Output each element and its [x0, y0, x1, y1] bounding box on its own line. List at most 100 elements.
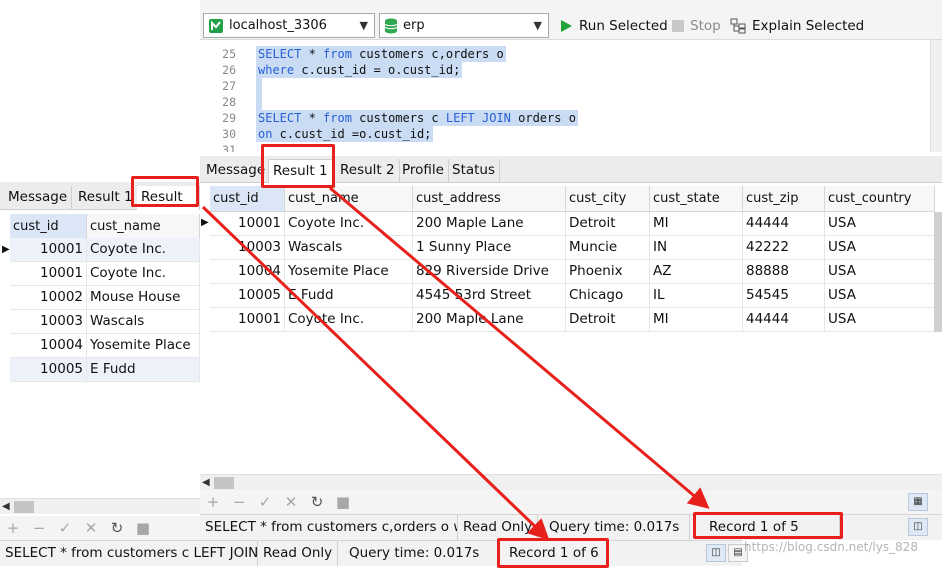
remove-icon[interactable]: − [26, 519, 52, 537]
cell[interactable]: 10005 [10, 358, 87, 382]
cell[interactable]: 829 Riverside Drive [413, 260, 566, 284]
column-header[interactable]: cust_name [87, 214, 200, 240]
explain-selected-label: Explain Selected [752, 18, 865, 34]
scroll-thumb[interactable] [14, 501, 34, 513]
cell[interactable]: 10005 [210, 284, 285, 308]
cell[interactable]: AZ [650, 260, 743, 284]
editor-scrollbar[interactable] [930, 40, 942, 152]
cell[interactable]: Wascals [87, 310, 200, 334]
column-header[interactable]: cust_name [285, 186, 413, 212]
cell[interactable]: 1 Sunny Place [413, 236, 566, 260]
cell[interactable]: 10001 [210, 308, 285, 332]
cell[interactable]: 4545 53rd Street [413, 284, 566, 308]
editor-line: 25 SELECT * from customers c,orders o [200, 46, 942, 62]
cell[interactable]: IL [650, 284, 743, 308]
close-icon[interactable]: ✕ [278, 493, 304, 511]
line-number: 29 [222, 111, 236, 125]
grid-vertical-scrollbar[interactable] [934, 212, 942, 332]
stop-label: Stop [690, 18, 721, 34]
cell[interactable]: Coyote Inc. [285, 308, 413, 332]
column-header[interactable]: cust_city [566, 186, 650, 212]
cell[interactable]: 44444 [743, 212, 825, 236]
cell[interactable]: 10001 [10, 238, 87, 262]
cell[interactable]: 10003 [210, 236, 285, 260]
cell[interactable]: Phoenix [566, 260, 650, 284]
cell[interactable]: 10002 [10, 286, 87, 310]
stop-icon[interactable]: ■ [330, 493, 356, 511]
tab-result-2[interactable]: Result 2 [336, 159, 400, 183]
cell[interactable]: 88888 [743, 260, 825, 284]
cell[interactable]: 10003 [10, 310, 87, 334]
stop-icon[interactable]: ■ [130, 519, 156, 537]
cell[interactable]: 10001 [210, 212, 285, 236]
database-name: erp [403, 18, 425, 33]
scroll-left-icon[interactable]: ◀ [2, 501, 10, 512]
cell[interactable]: Detroit [566, 308, 650, 332]
cell[interactable]: Wascals [285, 236, 413, 260]
annotation-box-result-1-tab [261, 144, 335, 188]
form-view-icon[interactable]: ◫ [706, 544, 726, 562]
check-icon[interactable]: ✓ [252, 493, 278, 511]
cell[interactable]: Detroit [566, 212, 650, 236]
result1-grid: cust_id cust_name cust_address cust_city… [200, 186, 942, 476]
column-header[interactable]: cust_state [650, 186, 743, 212]
cell[interactable]: Coyote Inc. [285, 212, 413, 236]
cell[interactable]: 54545 [743, 284, 825, 308]
cell[interactable]: 10001 [10, 262, 87, 286]
remove-icon[interactable]: − [226, 493, 252, 511]
cell[interactable]: 44444 [743, 308, 825, 332]
tab-result-1[interactable]: Result 1 [74, 186, 138, 210]
connection-select[interactable]: localhost_3306 ▼ [203, 13, 375, 38]
cell[interactable]: 10004 [10, 334, 87, 358]
cell[interactable]: E Fudd [285, 284, 413, 308]
column-header[interactable]: cust_address [413, 186, 566, 212]
cell[interactable]: Yosemite Place [285, 260, 413, 284]
status-sql: SELECT * from customers c,orders o whe [200, 515, 458, 540]
tab-status[interactable]: Status [448, 159, 501, 183]
add-icon[interactable]: + [0, 519, 26, 537]
add-icon[interactable]: + [200, 493, 226, 511]
cell[interactable]: 10004 [210, 260, 285, 284]
cell[interactable]: USA [825, 260, 935, 284]
grid-horizontal-scrollbar[interactable]: ◀ [200, 474, 942, 490]
cell[interactable]: Muncie [566, 236, 650, 260]
column-header[interactable]: cust_id [10, 214, 87, 240]
explain-selected-button[interactable]: Explain Selected [730, 16, 864, 36]
stop-button[interactable]: Stop [672, 16, 721, 36]
cell[interactable]: Yosemite Place [87, 334, 200, 358]
cell[interactable]: USA [825, 284, 935, 308]
cell[interactable]: USA [825, 212, 935, 236]
scroll-left-icon[interactable]: ◀ [202, 477, 210, 488]
cell[interactable]: MI [650, 212, 743, 236]
cell[interactable]: Mouse House [87, 286, 200, 310]
check-icon[interactable]: ✓ [52, 519, 78, 537]
column-header[interactable]: cust_id [210, 186, 285, 212]
cell[interactable]: IN [650, 236, 743, 260]
refresh-icon[interactable]: ↻ [304, 493, 330, 511]
sql-editor[interactable]: 25 SELECT * from customers c,orders o 26… [200, 40, 942, 152]
cell[interactable]: Coyote Inc. [87, 238, 200, 262]
cell[interactable]: MI [650, 308, 743, 332]
tab-profile[interactable]: Profile [398, 159, 449, 183]
cell[interactable]: E Fudd [87, 358, 200, 382]
cell[interactable]: Chicago [566, 284, 650, 308]
grid-horizontal-scrollbar[interactable]: ◀ [0, 498, 200, 514]
refresh-icon[interactable]: ↻ [104, 519, 130, 537]
tab-message[interactable]: Message [4, 186, 73, 210]
tab-message[interactable]: Message [202, 159, 271, 183]
cell[interactable]: 42222 [743, 236, 825, 260]
column-header[interactable]: cust_country [825, 186, 935, 212]
column-header[interactable]: cust_zip [743, 186, 825, 212]
grid-view-icon[interactable]: ▦ [908, 493, 928, 511]
run-selected-button[interactable]: Run Selected [559, 16, 668, 36]
cell[interactable]: USA [825, 308, 935, 332]
cell[interactable]: 200 Maple Lane [413, 212, 566, 236]
close-icon[interactable]: ✕ [78, 519, 104, 537]
cell[interactable]: 200 Maple Lane [413, 308, 566, 332]
scroll-thumb[interactable] [214, 477, 234, 489]
cell[interactable]: USA [825, 236, 935, 260]
cell[interactable]: Coyote Inc. [87, 262, 200, 286]
result2-grid: cust_id cust_name ▶ 10001 Coyote Inc. 10… [0, 214, 200, 424]
form-view-icon[interactable]: ◫ [908, 518, 928, 536]
database-select[interactable]: erp ▼ [379, 13, 549, 38]
